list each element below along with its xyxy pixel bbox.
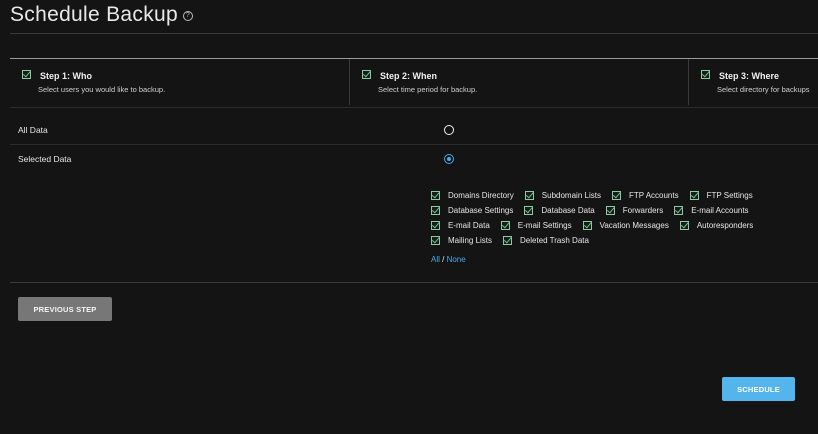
divider bbox=[10, 144, 818, 145]
option-vacation-messages[interactable]: Vacation Messages bbox=[582, 221, 669, 230]
step-when[interactable]: Step 2: When Select time period for back… bbox=[349, 59, 689, 105]
option-label: Database Data bbox=[541, 206, 595, 215]
option-database-data[interactable]: Database Data bbox=[524, 206, 595, 215]
step-check-icon bbox=[701, 70, 710, 79]
checkbox-checked-icon[interactable] bbox=[524, 191, 534, 200]
option-email-accounts[interactable]: E-mail Accounts bbox=[674, 206, 749, 215]
option-subdomain-lists[interactable]: Subdomain Lists bbox=[524, 191, 601, 200]
step-who[interactable]: Step 1: Who Select users you would like … bbox=[10, 59, 349, 105]
option-deleted-trash-data[interactable]: Deleted Trash Data bbox=[503, 236, 589, 245]
option-ftp-accounts[interactable]: FTP Accounts bbox=[611, 191, 679, 200]
data-options: Domains Directory Subdomain Lists FTP Ac… bbox=[431, 188, 764, 248]
checkbox-checked-icon[interactable] bbox=[674, 206, 684, 215]
previous-step-button[interactable]: PREVIOUS STEP bbox=[18, 297, 112, 321]
checkbox-checked-icon[interactable] bbox=[431, 236, 440, 245]
step-check-icon bbox=[22, 70, 31, 79]
all-data-label: All Data bbox=[18, 125, 48, 135]
option-label: Autoresponders bbox=[696, 221, 754, 230]
option-database-settings[interactable]: Database Settings bbox=[431, 206, 513, 215]
option-label: Vacation Messages bbox=[599, 221, 669, 230]
step-subtitle: Select users you would like to backup. bbox=[38, 85, 166, 94]
checkbox-checked-icon[interactable] bbox=[605, 206, 615, 215]
checkbox-checked-icon[interactable] bbox=[500, 221, 510, 230]
option-domains-directory[interactable]: Domains Directory bbox=[431, 191, 514, 200]
checkbox-checked-icon[interactable] bbox=[582, 221, 592, 230]
divider bbox=[10, 282, 818, 283]
divider bbox=[10, 33, 818, 34]
option-label: Domains Directory bbox=[448, 191, 514, 200]
page-title: Schedule Backup ? bbox=[10, 3, 193, 27]
select-all-link[interactable]: All bbox=[431, 255, 440, 264]
divider bbox=[10, 107, 818, 108]
option-forwarders[interactable]: Forwarders bbox=[605, 206, 664, 215]
step-subtitle: Select directory for backups bbox=[717, 85, 810, 94]
option-row: E-mail Data E-mail Settings Vacation Mes… bbox=[431, 218, 764, 233]
option-label: E-mail Data bbox=[448, 221, 490, 230]
all-data-radio[interactable] bbox=[444, 125, 454, 135]
step-check-icon bbox=[362, 70, 371, 79]
option-row: Domains Directory Subdomain Lists FTP Ac… bbox=[431, 188, 764, 203]
option-email-settings[interactable]: E-mail Settings bbox=[500, 221, 572, 230]
selected-data-label: Selected Data bbox=[18, 154, 72, 164]
step-where[interactable]: Step 3: Where Select directory for backu… bbox=[688, 59, 818, 105]
checkbox-checked-icon[interactable] bbox=[503, 236, 513, 245]
checkbox-checked-icon[interactable] bbox=[524, 206, 534, 215]
option-label: Deleted Trash Data bbox=[520, 236, 589, 245]
option-email-data[interactable]: E-mail Data bbox=[431, 221, 490, 230]
checkbox-checked-icon[interactable] bbox=[431, 206, 440, 215]
option-row: Mailing Lists Deleted Trash Data bbox=[431, 233, 764, 248]
option-label: Subdomain Lists bbox=[541, 191, 601, 200]
select-all-none: All / None bbox=[431, 255, 466, 264]
option-label: E-mail Settings bbox=[517, 221, 572, 230]
option-ftp-settings[interactable]: FTP Settings bbox=[689, 191, 753, 200]
step-title: Step 2: When bbox=[380, 71, 438, 81]
schedule-button[interactable]: SCHEDULE bbox=[722, 377, 795, 401]
checkbox-checked-icon[interactable] bbox=[689, 191, 699, 200]
option-autoresponders[interactable]: Autoresponders bbox=[679, 221, 754, 230]
option-mailing-lists[interactable]: Mailing Lists bbox=[431, 236, 492, 245]
checkbox-checked-icon[interactable] bbox=[431, 191, 440, 200]
option-label: Database Settings bbox=[448, 206, 514, 215]
link-separator: / bbox=[439, 255, 447, 264]
step-title: Step 3: Where bbox=[719, 71, 780, 81]
option-label: E-mail Accounts bbox=[691, 206, 749, 215]
option-label: FTP Accounts bbox=[628, 191, 679, 200]
help-icon[interactable]: ? bbox=[182, 11, 193, 21]
select-none-link[interactable]: None bbox=[447, 255, 466, 264]
option-label: Mailing Lists bbox=[448, 236, 493, 245]
step-title: Step 1: Who bbox=[40, 71, 92, 81]
option-row: Database Settings Database Data Forwarde… bbox=[431, 203, 764, 218]
wizard-steps: Step 1: Who Select users you would like … bbox=[10, 59, 818, 107]
step-subtitle: Select time period for backup. bbox=[378, 85, 478, 94]
selected-data-radio[interactable] bbox=[444, 154, 454, 164]
checkbox-checked-icon[interactable] bbox=[611, 191, 621, 200]
option-label: Forwarders bbox=[622, 206, 664, 215]
option-label: FTP Settings bbox=[706, 191, 753, 200]
page-title-text: Schedule Backup bbox=[10, 3, 178, 26]
checkbox-checked-icon[interactable] bbox=[431, 221, 440, 230]
checkbox-checked-icon[interactable] bbox=[679, 221, 689, 230]
